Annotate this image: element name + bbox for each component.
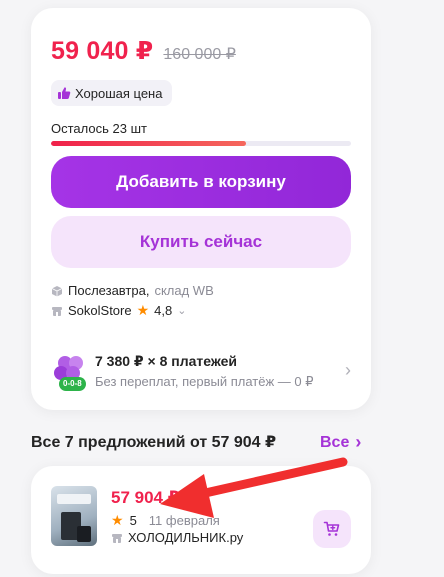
offer-card[interactable]: 57 904 ₽ ★ 5 11 февраля ХОЛОДИЛЬНИК.ру	[31, 466, 371, 574]
installment-badge: 0-0-8	[59, 377, 86, 391]
store-icon	[112, 533, 122, 543]
offer-delivery-date: 11 февраля	[148, 513, 220, 528]
cart-icon	[323, 521, 340, 536]
seller-info[interactable]: SokolStore ★ 4,8 ⌄	[51, 302, 186, 319]
offer-seller[interactable]: ХОЛОДИЛЬНИК.ру	[111, 530, 243, 545]
box-icon	[51, 285, 63, 296]
product-buy-card: 59 040 ₽ 160 000 ₽ Хорошая цена Осталось…	[31, 8, 371, 410]
offer-price: 57 904 ₽	[111, 488, 180, 507]
current-price: 59 040 ₽	[51, 37, 154, 65]
add-to-cart-button[interactable]: Добавить в корзину	[51, 156, 351, 208]
good-price-label: Хорошая цена	[75, 85, 163, 101]
seller-name[interactable]: SokolStore	[68, 303, 132, 318]
delivery-warehouse: склад WB	[154, 283, 214, 298]
stock-progress-fill	[51, 141, 246, 146]
installment-offer[interactable]: 0-0-8 7 380 ₽ × 8 платежей Без переплат,…	[51, 348, 351, 394]
offers-header: Все 7 предложений от 57 904 ₽	[31, 434, 277, 451]
installment-logo: 0-0-8	[51, 351, 91, 391]
chevron-right-icon: ›	[355, 432, 362, 452]
installment-subtitle: Без переплат, первый платёж — 0 ₽	[95, 373, 314, 389]
buy-now-button[interactable]: Купить сейчас	[51, 216, 351, 268]
chevron-down-icon[interactable]: ⌄	[177, 304, 186, 317]
offer-add-to-cart-button[interactable]	[313, 510, 351, 548]
offers-all-label[interactable]: Все	[320, 434, 349, 452]
delivery-info: Послезавтра, склад WB	[51, 283, 214, 298]
offer-meta: ★ 5 11 февраля	[111, 512, 220, 529]
installment-title: 7 380 ₽ × 8 платежей	[95, 352, 238, 369]
delivery-day: Послезавтра,	[68, 283, 150, 298]
offers-all-link[interactable]: Все ›	[320, 432, 361, 453]
product-thumbnail[interactable]	[51, 486, 97, 546]
stock-label: Осталось 23 шт	[51, 121, 147, 136]
thumbs-up-icon	[58, 87, 71, 99]
offer-rating: 5	[129, 513, 137, 528]
store-icon	[52, 306, 62, 316]
price-row: 59 040 ₽ 160 000 ₽	[51, 36, 236, 66]
star-icon: ★	[136, 302, 150, 318]
star-icon: ★	[111, 512, 124, 528]
good-price-badge: Хорошая цена	[51, 80, 173, 106]
old-price: 160 000 ₽	[163, 46, 236, 63]
seller-rating: 4,8	[154, 303, 173, 318]
chevron-right-icon[interactable]: ›	[345, 360, 351, 381]
offer-seller-name[interactable]: ХОЛОДИЛЬНИК.ру	[128, 530, 243, 545]
stock-progress-bar	[51, 141, 351, 146]
